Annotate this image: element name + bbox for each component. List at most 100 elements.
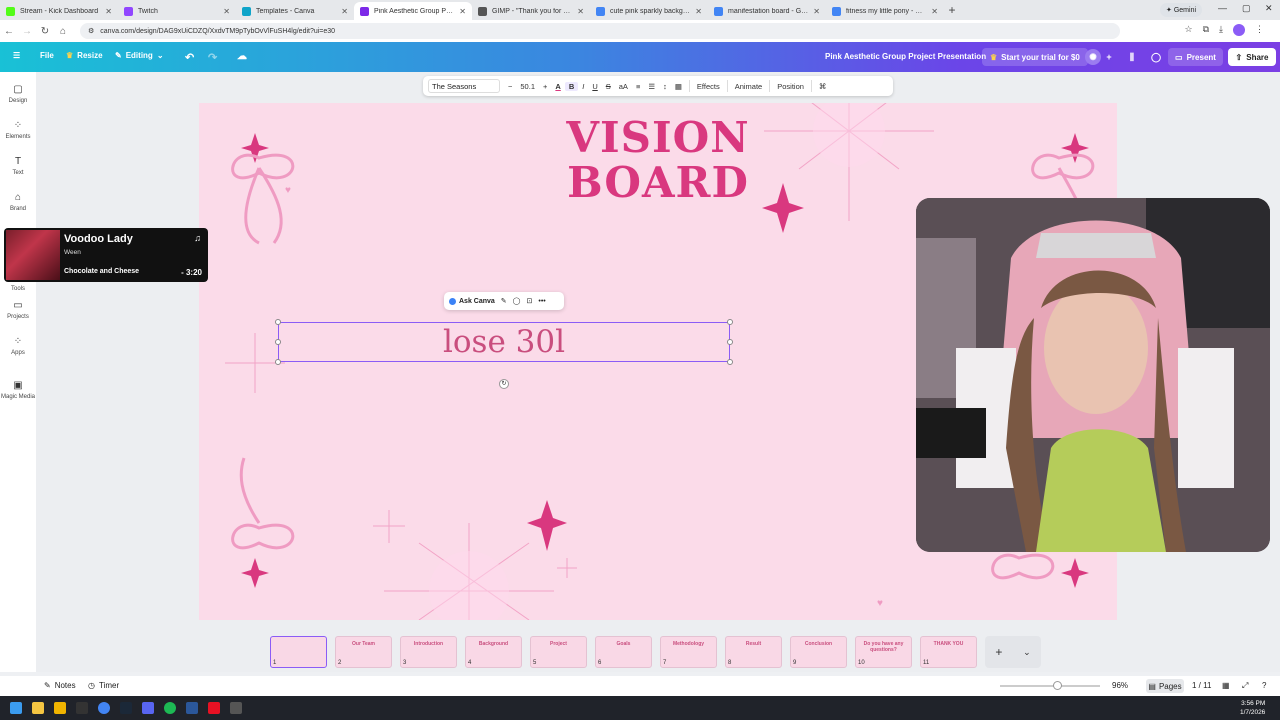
chevron-down-icon[interactable]: ⌄ [1023, 647, 1031, 658]
fullscreen-icon[interactable]: ⤢ [1242, 681, 1248, 691]
lock-icon[interactable]: ⊡ [527, 297, 533, 305]
close-window-icon[interactable]: ✕ [1265, 3, 1273, 14]
resize-handle[interactable] [275, 359, 281, 365]
selected-textbox[interactable]: lose 30l [275, 319, 733, 365]
page-thumbnail[interactable]: Goals 6 [595, 636, 652, 668]
url-bar[interactable]: ⚙ canva.com/design/DAG9xUiCDZQ/XxdvTM9pT… [80, 23, 1120, 39]
chrome-icon[interactable] [98, 702, 110, 714]
align-center-icon[interactable]: ≡ [632, 82, 644, 91]
browser-tab[interactable]: Stream - Kick Dashboard ✕ [0, 2, 118, 20]
decrease-font-size-button[interactable]: − [504, 82, 516, 91]
rail-item-projects[interactable]: ▭ Projects [0, 300, 36, 320]
letter-case-icon[interactable]: aA [615, 82, 632, 91]
new-tab-icon[interactable]: + [944, 3, 960, 17]
close-tab-icon[interactable]: ✕ [577, 7, 584, 16]
font-family-select[interactable]: The Seasons [428, 79, 500, 93]
present-button[interactable]: ▭ Present [1168, 48, 1223, 66]
close-tab-icon[interactable]: ✕ [695, 7, 702, 16]
slide-title-line1[interactable]: VISION [199, 113, 1117, 162]
close-tab-icon[interactable]: ✕ [341, 7, 348, 16]
browser-tab[interactable]: cute pink sparkly background... ✕ [590, 2, 708, 20]
start-icon[interactable] [10, 702, 22, 714]
rail-item-elements[interactable]: ⁘ Elements [0, 120, 36, 140]
editing-dropdown[interactable]: ✎ Editing ⌄ [115, 51, 164, 60]
notes-button[interactable]: ✎ Notes [44, 681, 76, 690]
reload-icon[interactable]: ↻ [36, 26, 54, 37]
browser-tab[interactable]: Pink Aesthetic Group Project P... ✕ [354, 2, 472, 20]
cloud-save-icon[interactable]: ☁ [237, 51, 247, 62]
resize-handle[interactable] [727, 339, 733, 345]
close-tab-icon[interactable]: ✕ [931, 7, 938, 16]
add-page-button[interactable]: + ⌄ [985, 636, 1041, 668]
browser-tab[interactable]: Twitch ✕ [118, 2, 236, 20]
underline-icon[interactable]: U [588, 82, 601, 91]
font-size-input[interactable]: 50.1 [516, 82, 539, 91]
back-icon[interactable]: ← [0, 26, 18, 37]
page-thumbnail[interactable]: Introduction 3 [400, 636, 457, 668]
gimp-icon[interactable] [230, 702, 242, 714]
site-info-icon[interactable]: ⚙ [88, 27, 94, 35]
obs-icon[interactable] [76, 702, 88, 714]
zoom-slider-handle[interactable] [1053, 681, 1062, 690]
canva-ai-icon[interactable]: ✺ [1085, 49, 1101, 65]
insights-icon[interactable]: ⫼ [1124, 49, 1140, 65]
list-icon[interactable]: ☰ [644, 82, 659, 91]
add-collaborator-icon[interactable]: + [1101, 49, 1117, 65]
resize-handle[interactable] [275, 339, 281, 345]
app-icon[interactable] [208, 702, 220, 714]
rail-item-brand[interactable]: ⌂ Brand [0, 192, 36, 212]
discord-icon[interactable] [142, 702, 154, 714]
comment-icon[interactable]: ◯ [1148, 49, 1164, 65]
profile-avatar[interactable] [1233, 24, 1245, 36]
browser-tab[interactable]: GIMP - "Thank you for your..." ✕ [472, 2, 590, 20]
textbox-text[interactable]: lose 30l [279, 323, 729, 361]
spacing-icon[interactable]: ↕ [659, 82, 671, 91]
steam-icon[interactable] [120, 702, 132, 714]
minimize-icon[interactable]: — [1218, 3, 1227, 13]
text-color-icon[interactable]: A [551, 82, 564, 91]
undo-icon[interactable]: ↶ [185, 51, 194, 64]
file-menu[interactable]: File [40, 51, 54, 60]
zoom-level[interactable]: 96% [1112, 681, 1128, 690]
browser-tab[interactable]: fitness my little pony - Google... ✕ [826, 2, 944, 20]
download-icon[interactable]: ⤓ [1219, 24, 1223, 36]
page-thumbnail[interactable]: Result 8 [725, 636, 782, 668]
transparency-icon[interactable]: ▦ [671, 82, 686, 91]
magic-write-icon[interactable]: ✎ [501, 297, 507, 305]
redo-icon[interactable]: ↷ [208, 51, 217, 64]
strikethrough-icon[interactable]: S [602, 82, 615, 91]
home-icon[interactable]: ⌂ [54, 26, 72, 37]
close-tab-icon[interactable]: ✕ [105, 7, 112, 16]
grid-view-icon[interactable]: ▦ [1222, 681, 1230, 690]
position-button[interactable]: Position [773, 82, 808, 91]
bold-icon[interactable]: B [564, 81, 579, 91]
rail-item-text[interactable]: T Text [0, 156, 36, 176]
page-thumbnail[interactable]: 1 [270, 636, 327, 668]
browser-tab[interactable]: Templates - Canva ✕ [236, 2, 354, 20]
rail-item-magic-media[interactable]: ▣ Magic Media [0, 380, 36, 400]
comment-icon[interactable]: ◯ [513, 297, 521, 305]
rail-item-apps[interactable]: ⁘ Apps [0, 336, 36, 356]
animate-button[interactable]: Animate [731, 82, 767, 91]
timer-button[interactable]: ◷ Timer [88, 681, 119, 690]
page-thumbnail[interactable]: Methodology 7 [660, 636, 717, 668]
document-title[interactable]: Pink Aesthetic Group Project Presentatio… [825, 52, 986, 61]
page-thumbnail[interactable]: Conclusion 9 [790, 636, 847, 668]
close-tab-icon[interactable]: ✕ [813, 7, 820, 16]
share-button[interactable]: ⇧ Share [1228, 48, 1276, 66]
page-thumbnail[interactable]: Our Team 2 [335, 636, 392, 668]
rail-item-design[interactable]: ▢ Design [0, 84, 36, 104]
ask-canva-button[interactable]: Ask Canva [449, 297, 495, 305]
menu-icon[interactable]: ☰ [13, 51, 20, 60]
resize-handle[interactable] [275, 319, 281, 325]
page-thumbnail[interactable]: Project 5 [530, 636, 587, 668]
pages-button[interactable]: ▤ Pages [1146, 679, 1184, 693]
help-icon[interactable]: ? [1262, 681, 1266, 690]
maximize-icon[interactable]: ▢ [1242, 3, 1251, 14]
app-icon[interactable] [32, 702, 44, 714]
more-options-icon[interactable]: ••• [538, 298, 545, 305]
effects-button[interactable]: Effects [693, 82, 724, 91]
forward-icon[interactable]: → [18, 26, 36, 37]
zoom-slider[interactable] [1000, 685, 1100, 687]
file-explorer-icon[interactable] [54, 702, 66, 714]
